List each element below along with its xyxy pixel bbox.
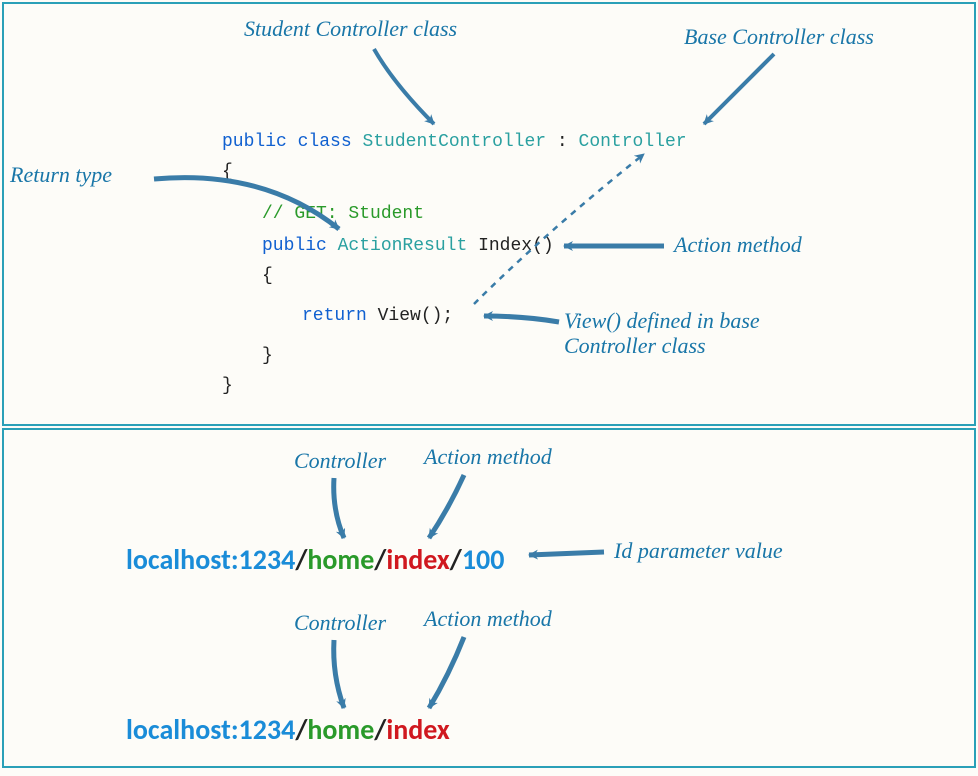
annotation-view-defined-line2: Controller class — [564, 333, 706, 358]
arrow-icon — [704, 54, 774, 124]
type-studentcontroller: StudentController — [362, 132, 546, 152]
kw-class: class — [298, 132, 352, 152]
arrow-icon — [484, 316, 559, 322]
url-host: localhost:1234 — [126, 542, 295, 577]
annotation-view-defined-line1: View() defined in base — [564, 308, 760, 333]
brace-open-1: { — [222, 162, 233, 182]
kw-public: public — [222, 132, 287, 152]
code-class-decl: public class StudentController : Control… — [222, 132, 687, 152]
url-id: 100 — [462, 542, 505, 577]
annotation-actionmethod-2: Action method — [424, 606, 552, 632]
url-controller: home — [307, 712, 374, 747]
arrow-icon — [429, 475, 464, 538]
url-controller: home — [307, 542, 374, 577]
code-comment: // GET: Student — [262, 204, 424, 224]
annotation-student-controller: Student Controller class — [244, 16, 457, 42]
code-return: return View(); — [302, 306, 453, 326]
url-slash: / — [374, 712, 386, 747]
brace-open-2: { — [262, 266, 273, 286]
colon: : — [557, 132, 568, 152]
url-host: localhost:1234 — [126, 712, 295, 747]
brace-close-2: } — [262, 346, 273, 366]
annotation-base-controller: Base Controller class — [684, 24, 874, 50]
annotation-idparam: Id parameter value — [614, 538, 783, 564]
annotation-actionmethod-1: Action method — [424, 444, 552, 470]
url-example-2: localhost:1234/home/index — [126, 712, 450, 747]
url-slash: / — [374, 542, 386, 577]
return-call: View(); — [378, 306, 454, 326]
type-actionresult: ActionResult — [338, 236, 468, 256]
arrow-icon — [334, 478, 344, 538]
kw-public2: public — [262, 236, 327, 256]
arrows-top — [4, 4, 978, 428]
url-slash: / — [295, 542, 307, 577]
annotation-controller-1: Controller — [294, 448, 386, 474]
url-action: index — [386, 712, 449, 747]
arrow-icon — [374, 49, 434, 124]
top-panel: Student Controller class Base Controller… — [2, 2, 976, 426]
annotation-action-method: Action method — [674, 232, 802, 258]
annotation-return-type: Return type — [10, 162, 112, 188]
annotation-controller-2: Controller — [294, 610, 386, 636]
arrow-icon — [529, 552, 604, 555]
annotation-view-defined: View() defined in base Controller class — [564, 308, 760, 359]
brace-close-1: } — [222, 376, 233, 396]
method-name: Index() — [478, 236, 554, 256]
url-action: index — [386, 542, 449, 577]
url-example-1: localhost:1234/home/index/100 — [126, 542, 504, 577]
url-slash: / — [450, 542, 462, 577]
kw-return: return — [302, 306, 367, 326]
arrow-icon — [429, 637, 464, 708]
url-slash: / — [295, 712, 307, 747]
type-controller: Controller — [579, 132, 687, 152]
arrow-dashed-icon — [474, 154, 644, 304]
bottom-panel: Controller Action method Id parameter va… — [2, 428, 976, 768]
arrow-icon — [334, 640, 344, 708]
code-method-decl: public ActionResult Index() — [262, 236, 554, 256]
